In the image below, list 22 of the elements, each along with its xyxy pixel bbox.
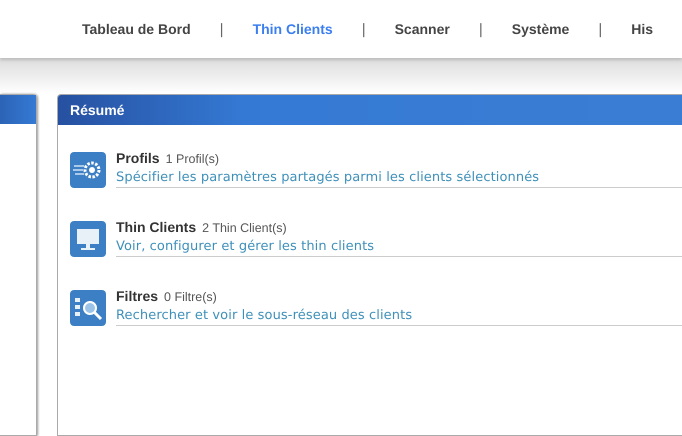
item-title: Profils — [116, 150, 160, 166]
nav-tab[interactable]: Thin Clients — [252, 21, 333, 37]
item-count: 0 Filtre(s) — [164, 290, 217, 304]
item-link[interactable]: Spécifier les paramètres partagés parmi les clients sélectionnés — [116, 170, 540, 185]
nav-separator: | — [598, 20, 602, 38]
item-title: Filtres — [116, 288, 158, 304]
item-link[interactable]: Voir, configurer et gérer les thin clients — [116, 239, 374, 254]
nav-tab[interactable]: Système — [512, 21, 570, 37]
nav-separator: | — [220, 20, 224, 38]
item-title: Thin Clients — [116, 219, 196, 235]
monitor-icon — [70, 221, 106, 257]
search-icon — [70, 290, 106, 326]
panel-title: Résumé — [58, 95, 682, 125]
item-count: 2 Thin Client(s) — [202, 221, 287, 235]
nav-tab[interactable]: Scanner — [394, 21, 450, 37]
nav-separator: | — [478, 20, 483, 38]
item-count: 1 Profil(s) — [166, 152, 220, 166]
item-link[interactable]: Rechercher et voir le sous-réseau des clients — [116, 308, 412, 323]
nav-tab[interactable]: Tableau de Bord — [82, 21, 191, 37]
gear-icon — [70, 152, 106, 188]
nav-tab[interactable]: His — [631, 21, 654, 37]
nav-separator: | — [362, 20, 366, 38]
